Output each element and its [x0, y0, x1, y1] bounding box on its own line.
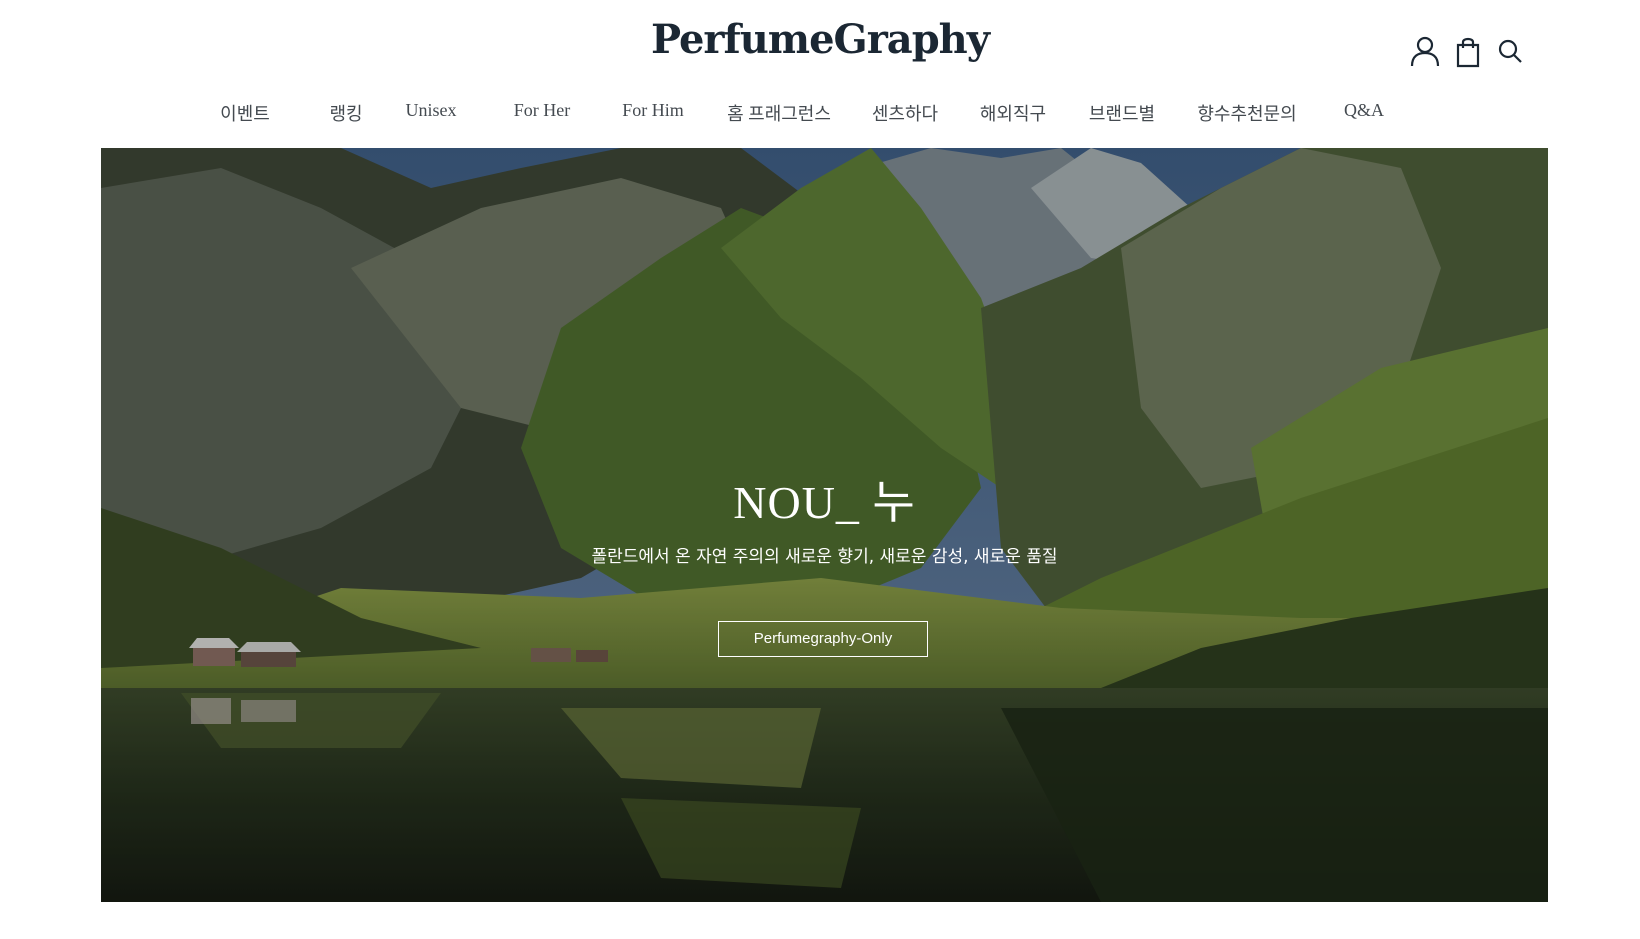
nav-item-for-him[interactable]: For Him	[622, 100, 684, 121]
nav-item-for-her[interactable]: For Her	[514, 100, 571, 121]
nav-item-qna[interactable]: Q&A	[1344, 100, 1384, 121]
nav-item-brands[interactable]: 브랜드별	[1089, 100, 1155, 126]
perfumegraphy-only-button[interactable]: Perfumegraphy-Only	[718, 621, 928, 657]
cart-icon[interactable]	[1451, 34, 1485, 68]
nav-item-home-fragrance[interactable]: 홈 프래그런스	[727, 100, 831, 126]
nav-item-event[interactable]: 이벤트	[220, 100, 270, 126]
user-icon[interactable]	[1408, 34, 1442, 68]
nav-item-scentshada[interactable]: 센츠하다	[872, 100, 938, 126]
site-logo[interactable]: PerfumeGraphy	[0, 16, 1640, 63]
nav-item-ranking[interactable]: 랭킹	[329, 100, 362, 126]
header-icons	[1408, 34, 1538, 68]
hero-title: NOU_ 누	[733, 477, 916, 528]
nav-item-unisex[interactable]: Unisex	[406, 100, 457, 121]
hero-banner[interactable]: NOU_ 누 폴란드에서 온 자연 주의의 새로운 향기, 새로운 감성, 새로…	[101, 148, 1548, 902]
hero-subtitle: 폴란드에서 온 자연 주의의 새로운 향기, 새로운 감성, 새로운 품질	[591, 547, 1058, 567]
site-header: PerfumeGraphy 이벤트 랭킹 Unisex For Her For …	[0, 0, 1640, 148]
search-icon[interactable]	[1493, 34, 1527, 68]
main-nav: 이벤트 랭킹 Unisex For Her For Him 홈 프래그런스 센츠…	[0, 100, 1640, 130]
nav-item-recommend-inquiry[interactable]: 향수추천문의	[1197, 100, 1296, 126]
nav-item-overseas[interactable]: 해외직구	[980, 100, 1046, 126]
